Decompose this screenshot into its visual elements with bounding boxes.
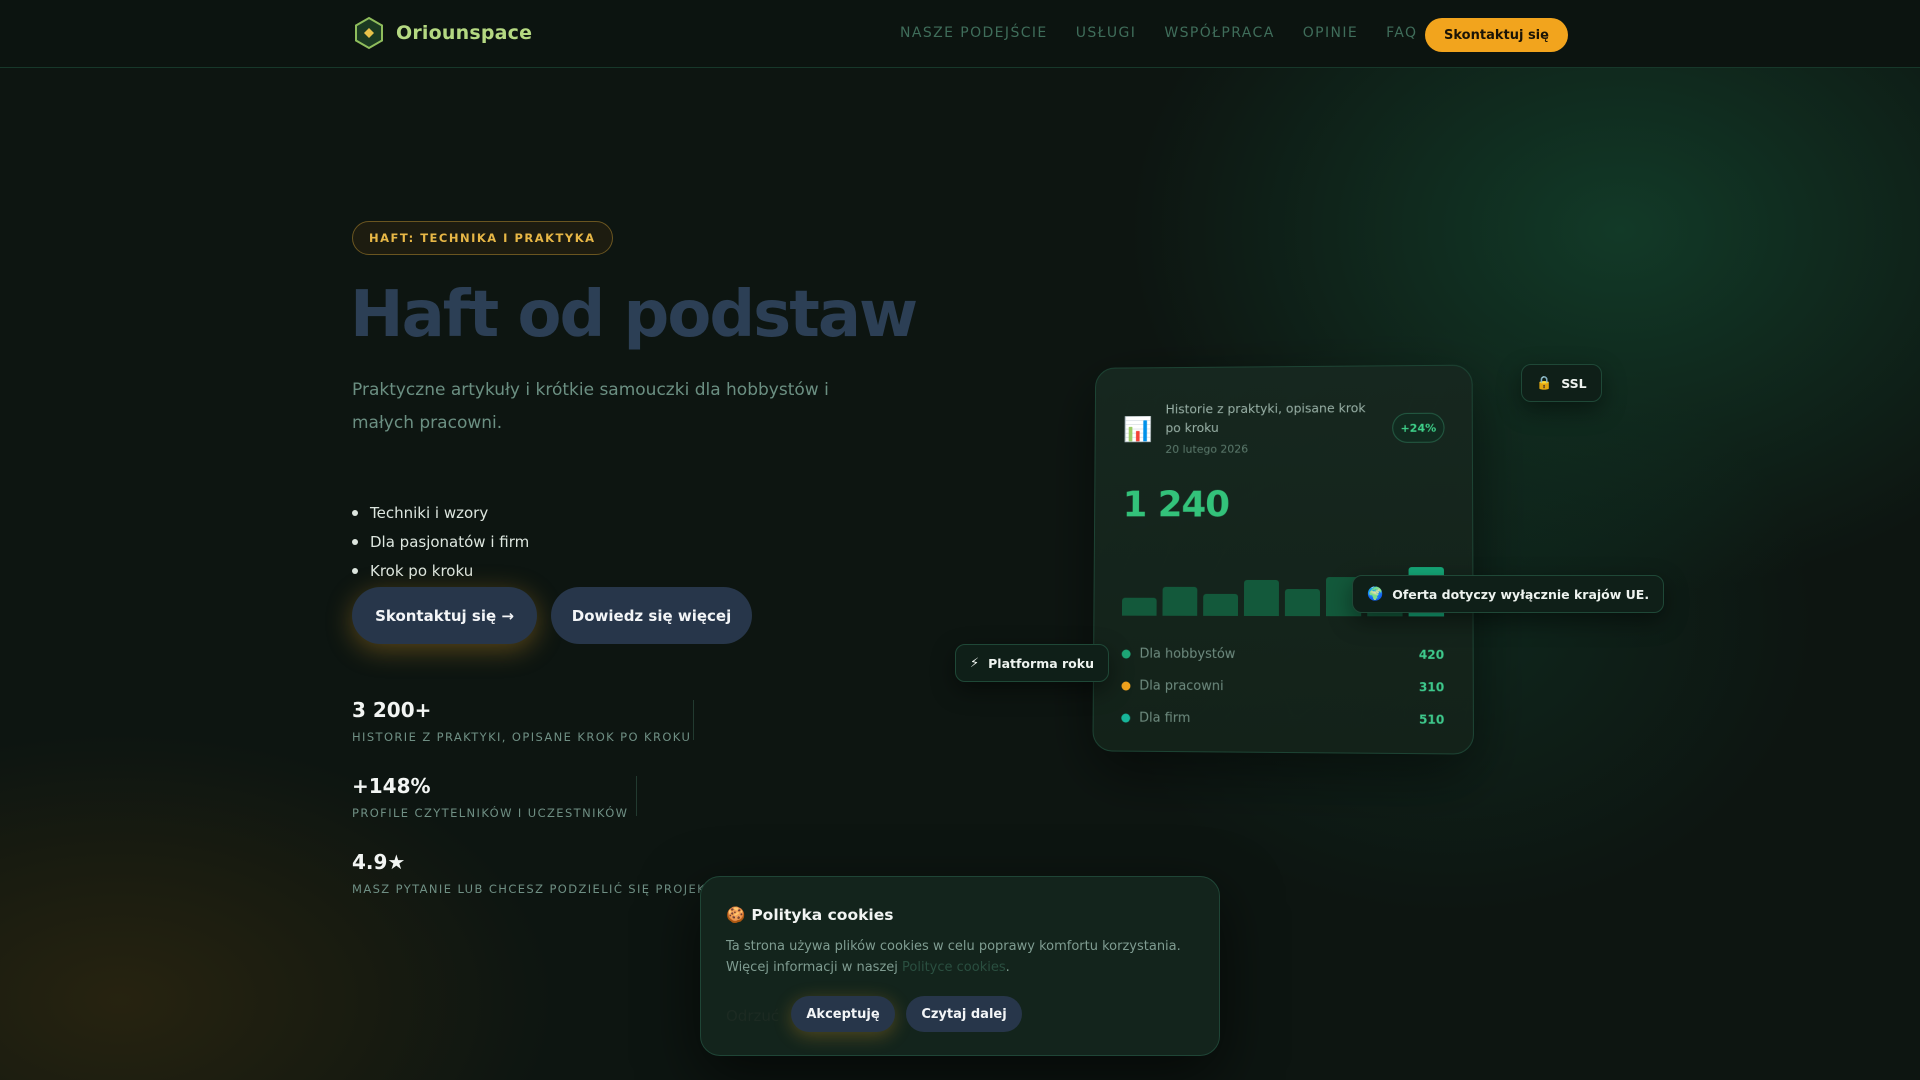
stat-rating: 4.9★ MASZ PYTANIE LUB CHCESZ PODZIELIĆ S… [352,850,734,896]
cookie-text-end: . [1005,960,1010,975]
legend-row: Dla pracowni 310 [1121,670,1444,704]
hero-eyebrow-badge: HAFT: TECHNIKA I PRAKTYKA [352,221,613,255]
ssl-chip: 🔒 SSL [1521,364,1602,402]
brand-name: Oriounspace [396,22,533,44]
legend-row: Dla hobbystów 420 [1121,638,1445,672]
hero-contact-button[interactable]: Skontaktuj się → [352,587,537,644]
legend-row: Dla firm 510 [1121,702,1444,737]
legend-value: 310 [1418,680,1445,695]
stat-divider [636,776,637,816]
mini-chart-bar [1284,589,1320,617]
mini-chart-bar [1121,597,1157,616]
card-date: 20 lutego 2026 [1165,442,1249,456]
ssl-chip-label: SSL [1561,375,1587,391]
cookie-text: Ta strona używa plików cookies w celu po… [726,936,1206,978]
hero-title: Haft od podstaw [350,278,918,352]
growth-badge: +24% [1392,412,1445,443]
menu-item-wspolpraca[interactable]: WSPÓŁPRACA [1164,25,1274,41]
cookie-icon: 🍪 [726,906,746,924]
cookie-read-more-button[interactable]: Czytaj dalej [906,996,1022,1032]
legend-dot [1121,649,1131,659]
cookie-accept-button[interactable]: Akceptuję [791,996,895,1032]
legend-value: 510 [1418,712,1445,727]
stat-profiles: +148% PROFILE CZYTELNIKÓW I UCZESTNIKÓW [352,774,628,820]
legend-left: Dla firm [1121,710,1191,726]
stat-label: MASZ PYTANIE LUB CHCESZ PODZIELIĆ SIĘ PR… [352,882,734,896]
cookie-title: 🍪 Polityka cookies [726,906,893,924]
platform-chip: ⚡ Platforma roku [955,644,1109,682]
feature-list-item: Dla pasjonatów i firm [352,527,529,556]
stat-value: 4.9★ [352,850,406,874]
stat-label: PROFILE CZYTELNIKÓW I UCZESTNIKÓW [352,806,629,820]
legend-left: Dla pracowni [1121,678,1224,694]
legend-left: Dla hobbystów [1121,646,1236,662]
menu-item-faq[interactable]: FAQ [1386,25,1417,41]
lightning-icon: ⚡ [970,655,980,671]
feature-list-item: Techniki i wzory [352,498,529,527]
stat-value: +148% [352,774,431,798]
stat-value: 3 200+ [352,698,432,722]
card-legend: Dla hobbystów 420 Dla pracowni 310 Dla f… [1121,638,1444,736]
eu-offer-chip: 🌍 Oferta dotyczy wyłącznie krajów UE. [1352,575,1665,613]
card-title: Historie z praktyki, opisane krok po kro… [1165,400,1366,436]
mini-chart-bar [1162,586,1198,616]
mini-chart-bar [1203,593,1239,616]
legend-label: Dla hobbystów [1139,646,1236,662]
legend-dot [1121,713,1131,723]
hero-learn-more-button[interactable]: Dowiedz się więcej [551,587,752,644]
cookie-policy-link[interactable]: Polityce cookies [902,960,1006,975]
card-total-value: 1 240 [1122,484,1230,526]
stat-divider [693,700,694,740]
menu-item-opinie[interactable]: OPINIE [1303,25,1358,41]
menu-item-uslugi[interactable]: USŁUGI [1076,25,1137,41]
mini-chart-bar [1243,579,1279,617]
feature-list-item: Krok po kroku [352,556,529,585]
hero-subtitle: Praktyczne artykuły i krótkie samouczki … [352,380,829,433]
menu-item-nasze-podejscie[interactable]: NASZE PODEJŚCIE [900,25,1048,41]
cookie-decline-button[interactable]: Odrzuć [726,1007,779,1025]
stat-stories: 3 200+ HISTORIE Z PRAKTYKI, OPISANE KROK… [352,698,691,744]
main-menu: NASZE PODEJŚCIE USŁUGI WSPÓŁPRACA OPINIE… [900,25,1417,41]
hexagon-logo-icon [355,16,383,50]
platform-chip-label: Platforma roku [988,655,1094,671]
cookie-title-text: Polityka cookies [751,906,894,924]
hero-feature-list: Techniki i wzory Dla pasjonatów i firm K… [352,498,529,585]
lock-icon: 🔒 [1536,375,1553,391]
stats-dashboard-card: 📊 Historie z praktyki, opisane krok po k… [1092,364,1475,755]
stat-label: HISTORIE Z PRAKTYKI, OPISANE KROK PO KRO… [352,730,692,744]
bar-chart-icon: 📊 [1123,415,1153,444]
legend-label: Dla firm [1139,710,1191,726]
globe-icon: 🌍 [1367,586,1384,602]
brand-link[interactable]: Oriounspace [352,16,532,50]
eu-offer-label: Oferta dotyczy wyłącznie krajów UE. [1392,586,1650,602]
top-navigation: Oriounspace NASZE PODEJŚCIE USŁUGI WSPÓŁ… [0,0,1920,68]
legend-dot [1121,681,1131,691]
legend-value: 420 [1418,647,1445,662]
nav-contact-button[interactable]: Skontaktuj się [1425,18,1568,52]
legend-label: Dla pracowni [1139,678,1224,694]
cookie-banner: 🍪 Polityka cookies Ta strona używa plikó… [700,876,1220,1056]
